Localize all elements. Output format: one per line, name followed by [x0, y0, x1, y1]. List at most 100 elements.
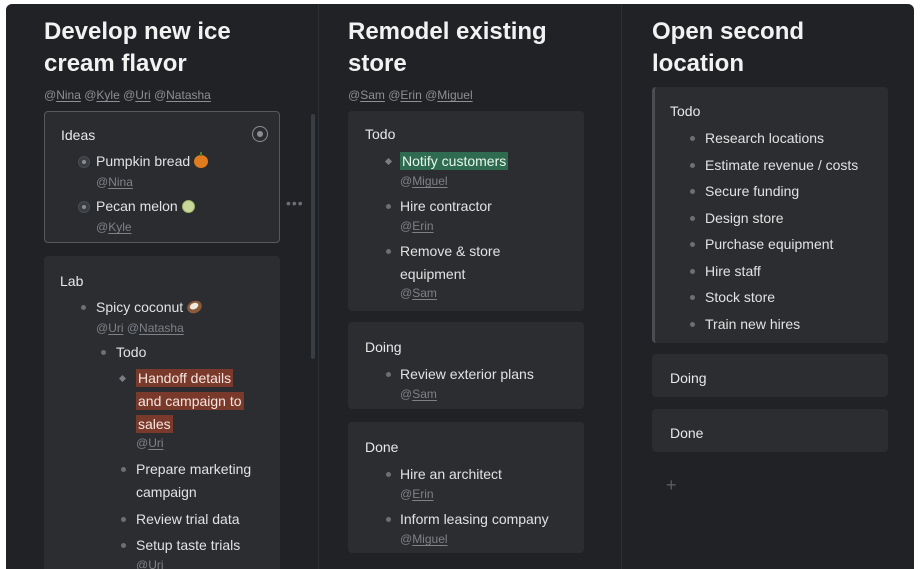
- project-remodel-store: Remodel existing store @Sam @Erin @Migue…: [318, 4, 621, 569]
- item-assignee[interactable]: @Uri @Natasha: [96, 321, 184, 335]
- project-title-line: store: [348, 50, 407, 77]
- list-item[interactable]: Train new hires: [705, 313, 800, 336]
- item-assignee[interactable]: @Miguel: [400, 174, 448, 188]
- add-card-icon[interactable]: +: [666, 475, 677, 496]
- bullet-icon[interactable]: [78, 201, 90, 213]
- member-mention[interactable]: Miguel: [437, 88, 472, 102]
- card-title: Done: [670, 425, 704, 441]
- target-icon[interactable]: [252, 126, 268, 142]
- list-item[interactable]: Design store: [705, 207, 784, 230]
- member-mention[interactable]: @: [44, 88, 56, 102]
- project-members: @Nina @Kyle @Uri @Natasha: [44, 88, 211, 102]
- card-title: Todo: [365, 126, 396, 142]
- bullet-icon: [690, 215, 695, 221]
- bullet-icon: [386, 372, 391, 377]
- member-mention[interactable]: Uri: [135, 88, 150, 102]
- list-item[interactable]: Spicy coconut: [96, 296, 205, 319]
- card-title: Ideas: [61, 127, 96, 143]
- project-title[interactable]: Open second location: [652, 16, 804, 80]
- list-item[interactable]: Stock store: [705, 286, 775, 309]
- member-mention[interactable]: @: [425, 88, 437, 102]
- diamond-bullet-icon: [118, 374, 127, 383]
- list-item[interactable]: Review trial data: [136, 508, 240, 531]
- diamond-bullet-icon: [384, 157, 393, 166]
- list-item[interactable]: Prepare marketing campaign: [136, 458, 251, 504]
- list-item[interactable]: Handoff details and campaign to sales: [136, 367, 244, 436]
- project-title-line: location: [652, 50, 745, 77]
- bullet-icon: [690, 321, 695, 327]
- list-item[interactable]: Notify customers: [400, 150, 509, 173]
- member-mention[interactable]: @: [388, 88, 400, 102]
- list-item[interactable]: Pumpkin bread: [96, 150, 209, 173]
- card-doing[interactable]: Doing Review exterior plans @Sam: [348, 322, 584, 409]
- card-todo[interactable]: Todo Research locations Estimate revenue …: [652, 87, 888, 343]
- list-item[interactable]: Setup taste trials: [136, 534, 240, 557]
- member-mention[interactable]: Sam: [360, 88, 385, 102]
- project-title[interactable]: Remodel existing store: [348, 16, 547, 80]
- list-item[interactable]: Estimate revenue / costs: [705, 154, 858, 177]
- item-text: equipment: [400, 266, 466, 282]
- card-done[interactable]: Done Hire an architect @Erin Inform leas…: [348, 422, 584, 553]
- member-mention[interactable]: @: [348, 88, 360, 102]
- item-assignee[interactable]: @Sam: [400, 387, 437, 401]
- list-item[interactable]: Secure funding: [705, 180, 799, 203]
- item-assignee[interactable]: @Erin: [400, 487, 434, 501]
- project-title-line: Open second: [652, 18, 805, 45]
- sub-list-label[interactable]: Todo: [116, 341, 146, 364]
- item-assignee[interactable]: @Miguel: [400, 532, 448, 546]
- item-text: Spicy coconut: [96, 299, 184, 315]
- project-title-line: Develop new ice: [44, 18, 231, 45]
- scrollbar[interactable]: [311, 114, 315, 359]
- melon-icon: [181, 200, 195, 213]
- item-assignee[interactable]: @Erin: [400, 219, 434, 233]
- bullet-icon: [690, 268, 695, 274]
- member-mention[interactable]: Natasha: [166, 88, 211, 102]
- bullet-icon: [386, 472, 391, 477]
- project-title[interactable]: Develop new ice cream flavor: [44, 16, 231, 80]
- member-mention[interactable]: @: [154, 88, 166, 102]
- pumpkin-icon: [194, 152, 209, 168]
- bullet-icon: [386, 249, 391, 254]
- more-options-icon[interactable]: •••: [286, 195, 304, 211]
- list-item[interactable]: Hire an architect: [400, 463, 502, 486]
- card-done[interactable]: Done: [652, 409, 888, 452]
- list-item[interactable]: Hire staff: [705, 260, 761, 283]
- card-lab[interactable]: Lab Spicy coconut @Uri @Natasha Todo Han…: [44, 256, 280, 569]
- member-mention[interactable]: Erin: [400, 88, 421, 102]
- bullet-icon[interactable]: [78, 156, 90, 168]
- item-assignee[interactable]: @Uri: [136, 558, 164, 569]
- list-item[interactable]: Research locations: [705, 127, 824, 150]
- item-assignee[interactable]: @Kyle: [96, 220, 132, 234]
- member-mention[interactable]: @: [123, 88, 135, 102]
- item-assignee[interactable]: @Sam: [400, 286, 437, 300]
- card-doing[interactable]: Doing: [652, 354, 888, 397]
- member-mention[interactable]: Kyle: [96, 88, 119, 102]
- bullet-icon: [121, 543, 126, 548]
- list-item[interactable]: Review exterior plans: [400, 363, 534, 386]
- project-open-second-location: Open second location Todo Research locat…: [621, 4, 914, 569]
- item-text: Remove & store: [400, 243, 501, 259]
- list-item[interactable]: Hire contractor: [400, 195, 492, 218]
- project-develop-ice-cream: Develop new ice cream flavor @Nina @Kyle…: [6, 4, 316, 569]
- list-item[interactable]: Remove & store equipment: [400, 240, 500, 286]
- item-text: Handoff details: [136, 369, 234, 387]
- card-title: Todo: [670, 103, 701, 119]
- board: Develop new ice cream flavor @Nina @Kyle…: [6, 4, 914, 569]
- bullet-icon: [690, 242, 695, 247]
- bullet-icon: [386, 517, 391, 522]
- card-ideas[interactable]: Ideas Pumpkin bread @Nina Pecan melon @K…: [44, 111, 280, 243]
- item-assignee[interactable]: @Uri: [136, 436, 164, 450]
- item-assignee[interactable]: @Nina: [96, 175, 133, 189]
- item-text: Notify customers: [400, 152, 509, 170]
- list-item[interactable]: Purchase equipment: [705, 233, 833, 256]
- member-mention[interactable]: Nina: [56, 88, 81, 102]
- bullet-icon: [121, 517, 126, 522]
- item-text: and campaign to: [136, 392, 244, 410]
- list-item[interactable]: Inform leasing company: [400, 508, 549, 531]
- coconut-icon: [185, 298, 205, 316]
- bullet-icon: [386, 204, 391, 209]
- item-text: sales: [136, 415, 173, 433]
- member-mention[interactable]: @: [84, 88, 96, 102]
- card-todo[interactable]: Todo Notify customers @Miguel Hire contr…: [348, 111, 584, 311]
- list-item[interactable]: Pecan melon: [96, 195, 195, 218]
